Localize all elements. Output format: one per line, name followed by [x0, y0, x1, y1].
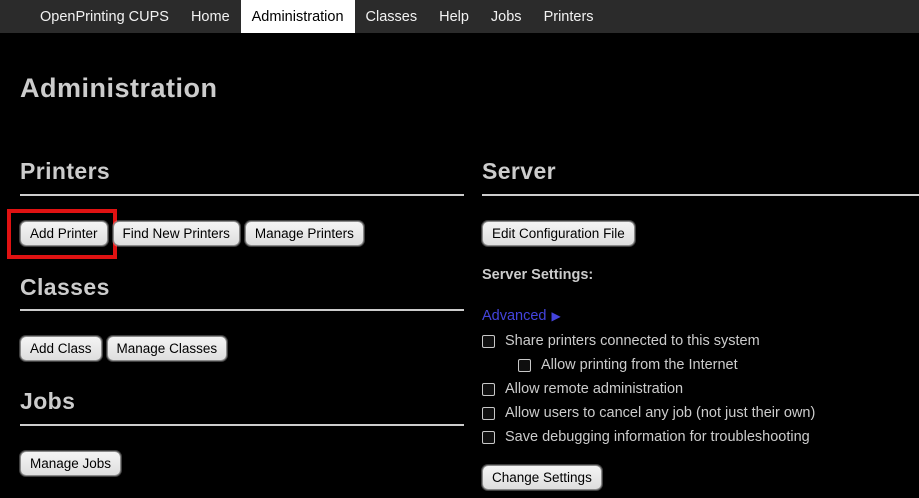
allow-internet-printing-label: Allow printing from the Internet [541, 357, 738, 373]
advanced-link-label: Advanced [482, 308, 547, 324]
classes-section: Classes Add Class Manage Classes [20, 274, 464, 362]
content-columns: Printers Add Printer Find New Printers M… [20, 158, 919, 490]
server-section: Server Edit Configuration File Server Se… [482, 158, 919, 490]
jobs-heading: Jobs [20, 388, 464, 426]
left-column: Printers Add Printer Find New Printers M… [20, 158, 464, 476]
setting-row-save-debug-info: Save debugging information for troublesh… [482, 429, 919, 446]
jobs-buttons-row: Manage Jobs [20, 451, 464, 476]
allow-cancel-any-job-checkbox[interactable] [482, 407, 495, 420]
setting-row-internet-printing: Allow printing from the Internet [518, 357, 919, 374]
nav-item-printers[interactable]: Printers [533, 0, 605, 33]
save-debugging-info-label: Save debugging information for troublesh… [505, 429, 810, 445]
advanced-expand-arrow-icon: ▶ [552, 309, 561, 323]
setting-row-remote-admin: Allow remote administration [482, 381, 919, 398]
nav-item-help[interactable]: Help [428, 0, 480, 33]
setting-row-share-printers: Share printers connected to this system [482, 333, 919, 350]
advanced-link[interactable]: Advanced ▶ [482, 308, 561, 324]
allow-remote-administration-label: Allow remote administration [505, 381, 683, 397]
find-new-printers-button[interactable]: Find New Printers [113, 221, 240, 246]
allow-remote-administration-checkbox[interactable] [482, 383, 495, 396]
server-buttons-row: Edit Configuration File [482, 221, 919, 246]
server-heading: Server [482, 158, 919, 196]
server-settings-checkbox-list: Share printers connected to this system … [482, 333, 919, 446]
add-printer-highlight-annotation: Add Printer [7, 209, 117, 259]
allow-internet-printing-checkbox[interactable] [518, 359, 531, 372]
change-settings-row: Change Settings [482, 465, 919, 490]
advanced-link-row: Advanced ▶ [482, 308, 919, 324]
jobs-section: Jobs Manage Jobs [20, 388, 464, 476]
classes-heading: Classes [20, 274, 464, 312]
nav-brand[interactable]: OpenPrinting CUPS [29, 0, 180, 33]
add-class-button[interactable]: Add Class [20, 336, 102, 361]
setting-row-cancel-any-job: Allow users to cancel any job (not just … [482, 405, 919, 422]
nav-item-administration[interactable]: Administration [241, 0, 355, 33]
change-settings-button[interactable]: Change Settings [482, 465, 602, 490]
manage-jobs-button[interactable]: Manage Jobs [20, 451, 121, 476]
manage-printers-button[interactable]: Manage Printers [245, 221, 364, 246]
server-settings-label: Server Settings: [482, 267, 919, 283]
right-column: Server Edit Configuration File Server Se… [482, 158, 919, 490]
classes-buttons-row: Add Class Manage Classes [20, 336, 464, 361]
top-nav: OpenPrinting CUPS Home Administration Cl… [0, 0, 919, 33]
nav-item-classes[interactable]: Classes [355, 0, 429, 33]
page-title: Administration [20, 73, 919, 104]
save-debugging-info-checkbox[interactable] [482, 431, 495, 444]
printers-section: Printers Add Printer Find New Printers M… [20, 158, 464, 246]
manage-classes-button[interactable]: Manage Classes [107, 336, 228, 361]
nav-item-home[interactable]: Home [180, 0, 241, 33]
share-printers-label: Share printers connected to this system [505, 333, 760, 349]
printers-heading: Printers [20, 158, 464, 196]
nav-item-jobs[interactable]: Jobs [480, 0, 533, 33]
allow-cancel-any-job-label: Allow users to cancel any job (not just … [505, 405, 815, 421]
share-printers-checkbox[interactable] [482, 335, 495, 348]
printers-buttons-row: Add Printer Find New Printers Manage Pri… [20, 221, 464, 246]
admin-page: Administration Printers Add Printer Find… [0, 73, 919, 490]
edit-configuration-file-button[interactable]: Edit Configuration File [482, 221, 635, 246]
add-printer-button[interactable]: Add Printer [20, 221, 108, 246]
